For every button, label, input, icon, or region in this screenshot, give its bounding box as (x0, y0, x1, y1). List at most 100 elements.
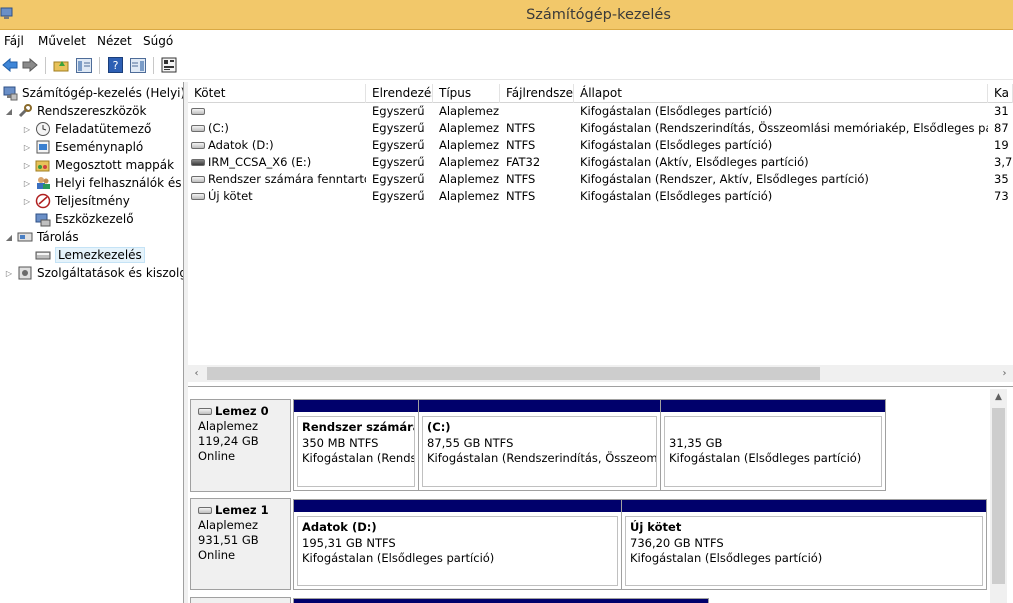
column-header-filesystem[interactable]: Fájlrendszer (500, 84, 574, 103)
collapsed-arrow-icon[interactable]: ▷ (22, 125, 32, 134)
type-cell: Alaplemez (439, 138, 499, 152)
status-cell: Kifogástalan (Aktív, Elsődleges partíció… (580, 155, 809, 169)
volume-row[interactable]: (C:) Egyszerű Alaplemez NTFS Kifogástala… (188, 120, 1013, 137)
filesystem-cell: NTFS (506, 172, 536, 186)
partition-bar (661, 400, 885, 413)
disk-icon (198, 408, 212, 415)
tree-item-event-viewer[interactable]: ▷ Eseménynapló (22, 138, 143, 156)
up-folder-icon (53, 61, 69, 72)
scroll-right-icon[interactable]: › (996, 365, 1013, 382)
partition-bar (622, 500, 986, 513)
tree-item-device-manager[interactable]: Eszközkezelő (35, 210, 134, 228)
show-hide-tree-button[interactable] (74, 55, 94, 75)
tree-item-task-scheduler[interactable]: ▷ Feladatütemező (22, 120, 151, 138)
partition-name: Új kötet (630, 520, 682, 534)
volume-row[interactable]: Rendszer számára fenntartott Egyszerű Al… (188, 171, 1013, 188)
forward-button[interactable] (20, 55, 40, 75)
vertical-scrollbar[interactable]: ▲ (990, 389, 1007, 603)
volume-icon (191, 108, 205, 115)
status-cell: Kifogástalan (Elsődleges partíció) (580, 138, 773, 152)
back-button[interactable] (0, 55, 20, 75)
tree-item-storage[interactable]: ◢ Tárolás (4, 228, 79, 246)
volume-row[interactable]: Adatok (D:) Egyszerű Alaplemez NTFS Kifo… (188, 137, 1013, 154)
volume-name: (C:) (208, 121, 229, 135)
tree-item-shared-folders[interactable]: ▷ Megosztott mappák (22, 156, 174, 174)
collapsed-arrow-icon[interactable]: ▷ (22, 179, 32, 188)
collapsed-arrow-icon[interactable]: ▷ (22, 143, 32, 152)
horizontal-scrollbar[interactable]: ‹ › (188, 365, 1013, 382)
partition-size: 87,55 GB NTFS (427, 435, 514, 450)
partition-bar (419, 400, 660, 413)
tree-item-system-tools[interactable]: ◢ Rendszereszközök (4, 102, 146, 120)
scrollbar-thumb[interactable] (992, 408, 1005, 584)
up-button[interactable] (51, 55, 71, 75)
toolbar-separator (45, 57, 46, 74)
disk-status: Online (198, 449, 236, 463)
column-header-status[interactable]: Állapot (574, 84, 988, 103)
column-header-layout[interactable]: Elrendezés (366, 84, 433, 103)
volume-icon (191, 142, 205, 149)
properties-button[interactable] (159, 55, 179, 75)
action-pane-button[interactable] (128, 55, 148, 75)
partition-name: (C:) (427, 420, 451, 434)
capacity-cell: 87 (994, 121, 1009, 135)
layout-cell: Egyszerű (372, 155, 425, 169)
forward-arrow-icon (22, 58, 38, 72)
scrollbar-thumb[interactable] (207, 367, 820, 380)
type-cell: Alaplemez (439, 172, 499, 186)
disk-size: 931,51 GB (198, 533, 259, 547)
partition-size: 31,35 GB (669, 435, 723, 450)
show-hide-tree-icon (76, 57, 92, 73)
volume-name: Rendszer számára fenntartott (208, 172, 366, 186)
tree-item-local-users[interactable]: ▷ Helyi felhasználók és cs (22, 174, 183, 192)
status-cell: Kifogástalan (Rendszerindítás, Összeomlá… (580, 121, 988, 135)
back-arrow-icon (2, 58, 18, 72)
partition-c[interactable]: (C:) 87,55 GB NTFS Kifogástalan (Rendsze… (418, 399, 661, 491)
menu-view[interactable]: Nézet (97, 34, 132, 48)
toolbar: ? (0, 52, 1013, 80)
scroll-left-icon[interactable]: ‹ (188, 365, 205, 382)
partition-status: Kifogástalan (Elsődleges partíció) (630, 551, 823, 565)
window-title: Számítógép-kezelés (526, 7, 671, 23)
partition-new-volume[interactable]: Új kötet 736,20 GB NTFS Kifogástalan (El… (621, 499, 987, 590)
layout-cell: Egyszerű (372, 189, 425, 203)
menu-file[interactable]: Fájl (4, 34, 24, 48)
column-header-capacity[interactable]: Ka (988, 84, 1013, 103)
disk-2-label[interactable] (190, 597, 291, 603)
column-header-type[interactable]: Típus (433, 84, 500, 103)
tree-item-root[interactable]: Számítógép-kezelés (Helyi) (2, 84, 183, 102)
layout-cell: Egyszerű (372, 121, 425, 135)
partition-unnamed[interactable]: 31,35 GB Kifogástalan (Elsődleges partíc… (660, 399, 886, 491)
menu-action[interactable]: Művelet (38, 34, 86, 48)
show-action-pane-icon (130, 57, 146, 73)
expanded-arrow-icon[interactable]: ◢ (4, 233, 14, 242)
volume-name: Új kötet (208, 189, 253, 203)
collapsed-arrow-icon[interactable]: ▷ (22, 161, 32, 170)
volume-icon (191, 176, 205, 183)
disk-0-label[interactable]: Lemez 0 Alaplemez 119,24 GB Online (190, 399, 291, 492)
partition-bar (294, 500, 621, 513)
volume-row[interactable]: Új kötet Egyszerű Alaplemez NTFS Kifogás… (188, 188, 1013, 205)
collapsed-arrow-icon[interactable]: ▷ (22, 197, 32, 206)
capacity-cell: 3,7 (994, 155, 1013, 169)
layout-cell: Egyszerű (372, 138, 425, 152)
tree-item-performance[interactable]: ▷ Teljesítmény (22, 192, 130, 210)
tree-item-disk-management[interactable]: Lemezkezelés (35, 246, 145, 264)
expanded-arrow-icon[interactable]: ◢ (4, 107, 14, 116)
volume-row[interactable]: IRM_CCSA_X6 (E:) Egyszerű Alaplemez FAT3… (188, 154, 1013, 171)
help-icon: ? (107, 57, 123, 73)
disk-management-icon (35, 247, 51, 263)
capacity-cell: 35 (994, 172, 1009, 186)
collapsed-arrow-icon[interactable]: ▷ (4, 269, 14, 278)
tree-item-services[interactable]: ▷ Szolgáltatások és kiszolgáló (4, 264, 183, 282)
help-button[interactable]: ? (105, 55, 125, 75)
partition-system-reserved[interactable]: Rendszer számára f 350 MB NTFS Kifogásta… (293, 399, 419, 491)
volume-row[interactable]: Egyszerű Alaplemez Kifogástalan (Elsődle… (188, 103, 1013, 120)
disk-1-label[interactable]: Lemez 1 Alaplemez 931,51 GB Online (190, 498, 291, 590)
toolbar-separator (99, 57, 100, 74)
partition-d[interactable]: Adatok (D:) 195,31 GB NTFS Kifogástalan … (293, 499, 622, 590)
partition-partial[interactable] (293, 598, 709, 603)
menu-help[interactable]: Súgó (143, 34, 173, 48)
scroll-up-icon[interactable]: ▲ (990, 389, 1007, 406)
column-header-volume[interactable]: Kötet (188, 84, 366, 103)
